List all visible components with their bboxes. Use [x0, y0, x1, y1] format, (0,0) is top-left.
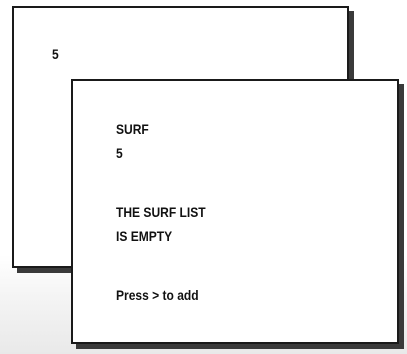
empty-message-line-2: IS EMPTY — [116, 228, 173, 244]
back-panel-value: 5 — [52, 46, 59, 62]
add-hint: Press > to add — [116, 287, 199, 303]
surf-list-panel: SURF 5 THE SURF LIST IS EMPTY Press > to… — [71, 79, 399, 344]
panel-title: SURF — [116, 121, 149, 137]
empty-message-line-1: THE SURF LIST — [116, 204, 206, 220]
panel-value: 5 — [116, 145, 123, 161]
